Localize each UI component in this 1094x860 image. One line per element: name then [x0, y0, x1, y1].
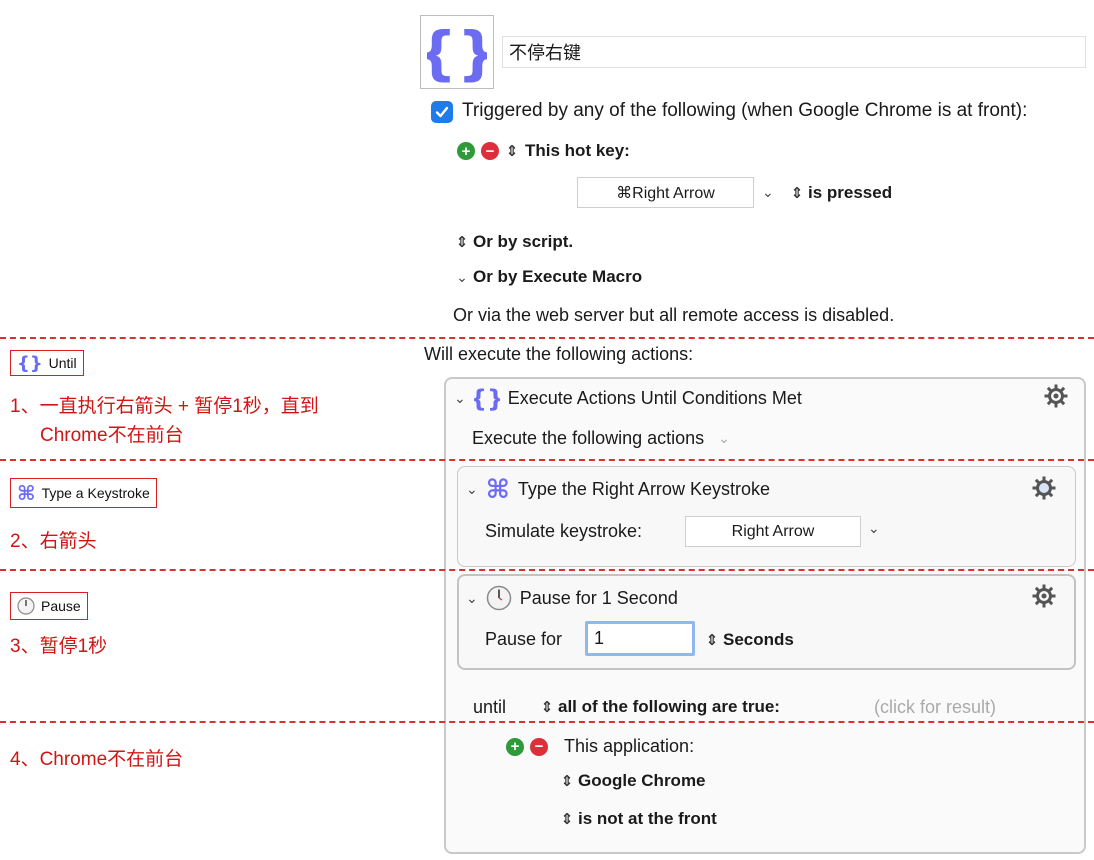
condition-popup-icon: ⇕: [790, 185, 804, 202]
hotkey-field[interactable]: ⌘Right Arrow: [577, 177, 754, 208]
hotkey-condition-label: is pressed: [808, 183, 893, 202]
annotation-note-2: 2、右箭头: [10, 531, 97, 552]
curly-braces-icon: {}: [427, 21, 487, 83]
condition-mode-popup[interactable]: ⇕ all of the following are true:: [540, 697, 780, 717]
pause-duration-value: 1: [594, 628, 605, 648]
collapse-chevron-icon[interactable]: ⌄: [466, 481, 478, 498]
web-server-note: Or via the web server but all remote acc…: [453, 305, 895, 325]
by-script-popup-icon: ⇕: [455, 234, 469, 251]
until-title: Execute Actions Until Conditions Met: [507, 387, 802, 408]
trigger-label: Triggered by any of the following (when …: [462, 100, 1028, 121]
svg-text:{}: {}: [474, 385, 500, 411]
annotation-tag-pause: Pause: [10, 592, 88, 620]
by-execute-macro-row[interactable]: ⌄ Or by Execute Macro: [455, 267, 642, 287]
add-condition-button[interactable]: +: [506, 737, 524, 756]
until-subtitle[interactable]: Execute the following actions ⌄: [472, 428, 730, 449]
annotation-tag-keystroke: ⌘ Type a Keystroke: [10, 478, 157, 508]
collapse-chevron-icon[interactable]: ⌄: [466, 590, 478, 607]
gear-icon[interactable]: [1032, 476, 1056, 500]
macro-name-text: 不停右键: [509, 43, 581, 63]
annotation-tag-until: {} Until: [10, 350, 84, 376]
until-label: until: [473, 697, 507, 717]
by-execute-macro-label: Or by Execute Macro: [473, 267, 643, 286]
pause-duration-input[interactable]: 1: [585, 621, 695, 656]
chevron-down-icon: ⌄: [456, 268, 468, 285]
separator-line: [0, 459, 1094, 461]
state-popup-icon: ⇕: [560, 811, 574, 828]
command-key-icon: ⌘: [485, 474, 510, 504]
curly-braces-icon: {}: [474, 385, 500, 411]
condition-mode-popup-icon: ⇕: [540, 699, 554, 716]
simulate-label: Simulate keystroke:: [485, 521, 643, 541]
trigger-type-popup-icon[interactable]: ⇕: [505, 142, 519, 160]
clock-icon: [17, 597, 35, 615]
unit-popup-icon: ⇕: [705, 632, 719, 649]
keystroke-title: Type the Right Arrow Keystroke: [517, 478, 770, 499]
macro-icon-well[interactable]: {}: [420, 15, 494, 89]
click-for-result-link[interactable]: (click for result): [874, 697, 996, 718]
trigger-checkbox[interactable]: [431, 101, 453, 123]
hotkey-condition[interactable]: ⇕ is pressed: [790, 183, 892, 203]
tag-pause-label: Pause: [41, 598, 81, 614]
keystroke-dropdown-chevron-icon[interactable]: ⌄: [868, 520, 880, 537]
keystroke-header: ⌄ ⌘ Type the Right Arrow Keystroke: [466, 474, 770, 504]
command-key-icon: ⌘: [17, 482, 36, 505]
annotation-note-4: 4、Chrome不在前台: [10, 749, 184, 770]
by-script-label: Or by script.: [473, 232, 574, 251]
checkmark-icon: [435, 106, 449, 118]
keystroke-value: Right Arrow: [731, 522, 815, 540]
separator-line: [0, 569, 1094, 571]
pause-header: ⌄ Pause for 1 Second: [466, 585, 678, 611]
condition-app-popup[interactable]: ⇕ Google Chrome: [560, 771, 706, 791]
actions-heading: Will execute the following actions:: [424, 344, 694, 364]
keystroke-field[interactable]: Right Arrow: [685, 516, 861, 547]
tag-until-label: Until: [48, 355, 77, 371]
pause-unit-popup[interactable]: ⇕ Seconds: [705, 630, 794, 650]
annotation-note-3: 3、暂停1秒: [10, 636, 108, 657]
condition-state-popup[interactable]: ⇕ is not at the front: [560, 809, 717, 829]
annotation-note-1-line1: 1、一直执行右箭头 + 暂停1秒，直到: [10, 396, 319, 417]
condition-label: This application:: [564, 736, 695, 756]
condition-state-label: is not at the front: [578, 809, 717, 828]
by-script-row[interactable]: ⇕ Or by script.: [455, 232, 573, 252]
condition-app-label: Google Chrome: [578, 771, 706, 790]
add-trigger-button[interactable]: +: [457, 142, 475, 160]
collapse-chevron-icon[interactable]: ⌄: [454, 390, 466, 407]
remove-trigger-button[interactable]: −: [481, 142, 499, 160]
svg-text:{}: {}: [427, 21, 487, 83]
curly-braces-icon: {}: [17, 352, 43, 374]
clock-icon: [486, 585, 511, 611]
chevron-down-icon: ⌄: [718, 430, 730, 446]
hotkey-value: ⌘Right Arrow: [616, 184, 715, 202]
pause-for-label: Pause for: [485, 629, 563, 649]
annotation-note-1-line2: Chrome不在前台: [40, 425, 184, 446]
condition-row: + − This application:: [506, 736, 694, 757]
macro-name-field[interactable]: 不停右键: [502, 36, 1086, 68]
remove-condition-button[interactable]: −: [530, 737, 548, 756]
app-popup-icon: ⇕: [560, 773, 574, 790]
hotkey-row: + − ⇕ This hot key:: [457, 141, 630, 161]
pause-unit-label: Seconds: [723, 630, 794, 649]
gear-icon[interactable]: [1032, 584, 1056, 608]
hotkey-dropdown-chevron-icon[interactable]: ⌄: [762, 184, 774, 201]
separator-line: [0, 337, 1094, 339]
until-header: ⌄ {} Execute Actions Until Conditions Me…: [454, 385, 802, 411]
condition-mode-label: all of the following are true:: [558, 697, 780, 716]
separator-line: [0, 721, 1094, 723]
gear-icon[interactable]: [1044, 384, 1068, 408]
until-subtitle-text: Execute the following actions: [472, 428, 705, 448]
hotkey-label: This hot key:: [525, 141, 630, 160]
pause-title: Pause for 1 Second: [519, 587, 678, 608]
tag-keystroke-label: Type a Keystroke: [41, 485, 150, 501]
